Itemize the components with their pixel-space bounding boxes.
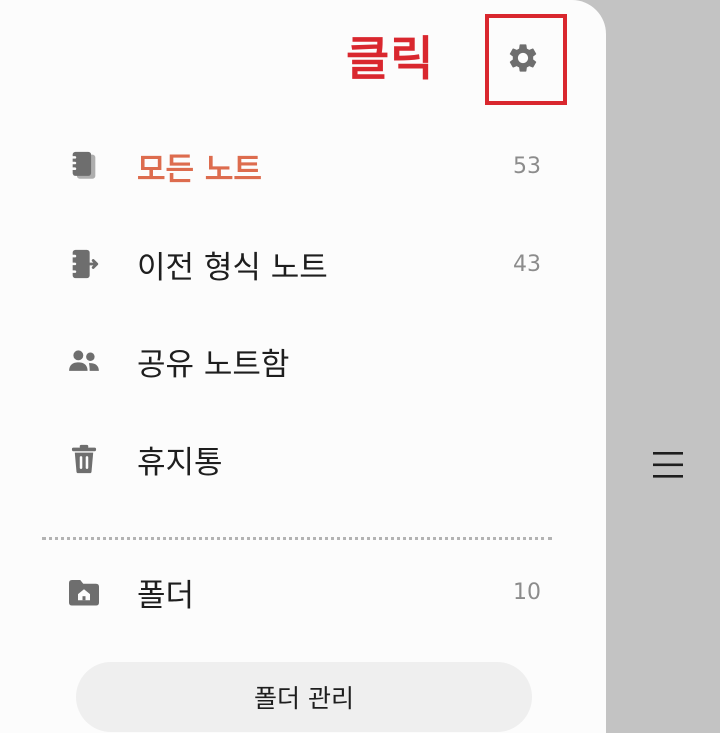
hamburger-menu-icon [653, 452, 683, 478]
nav-item-count: 53 [513, 153, 541, 179]
nav-item-count: 10 [513, 579, 541, 605]
notebook-arrow-icon [64, 244, 104, 284]
navigation-drawer: 클릭 모든 노트 53 이전 형식 노트 43 공유 노트함 휴지통 폴더 10… [0, 0, 606, 733]
notebook-stack-icon [64, 146, 104, 186]
nav-item-label: 이전 형식 노트 [137, 249, 328, 286]
nav-item-legacy-notes[interactable]: 이전 형식 노트 43 [0, 229, 606, 299]
nav-item-label: 폴더 [137, 577, 195, 614]
nav-item-label: 모든 노트 [137, 151, 262, 188]
nav-item-trash[interactable]: 휴지통 [0, 424, 606, 494]
section-divider [42, 537, 552, 540]
folder-home-icon [64, 572, 104, 612]
menu-toggle-button[interactable] [652, 449, 684, 481]
settings-button[interactable] [503, 38, 543, 78]
nav-item-shared-notebooks[interactable]: 공유 노트함 [0, 326, 606, 396]
nav-item-all-notes[interactable]: 모든 노트 53 [0, 131, 606, 201]
trash-icon [64, 439, 104, 479]
nav-item-folders[interactable]: 폴더 10 [0, 557, 606, 627]
click-annotation-label: 클릭 [346, 32, 435, 87]
nav-item-label: 공유 노트함 [137, 346, 290, 383]
nav-item-count: 43 [513, 251, 541, 277]
gear-icon [509, 44, 537, 72]
people-icon [64, 341, 104, 381]
nav-item-label: 휴지통 [137, 444, 223, 481]
manage-folders-button[interactable]: 폴더 관리 [76, 662, 532, 732]
